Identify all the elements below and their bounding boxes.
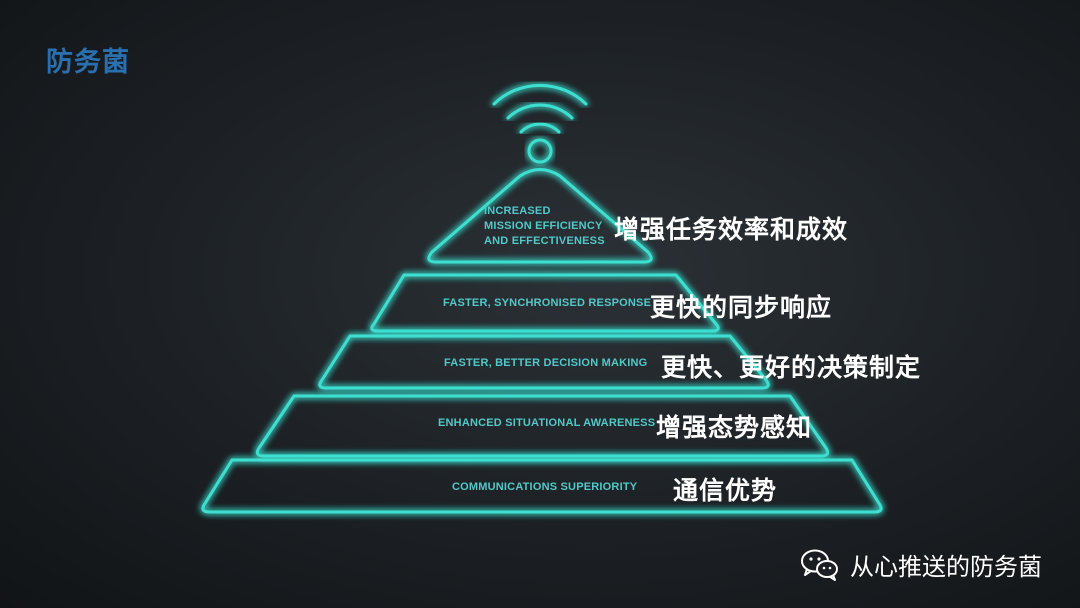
- slide: 防务菌 INCREASED MISSION EFFICIENCY AND EFF…: [0, 0, 1080, 608]
- tier-5-en-label: COMMUNICATIONS SUPERIORITY: [452, 481, 638, 493]
- wifi-signal-icon: [492, 83, 588, 164]
- tier-3-zh-label: 更快、更好的决策制定: [661, 353, 922, 382]
- wechat-icon: [801, 549, 838, 581]
- tier-2-zh-label: 更快的同步响应: [650, 293, 833, 322]
- tier-5-zh-label: 通信优势: [673, 476, 778, 505]
- tier-4-en-label: ENHANCED SITUATIONAL AWARENESS: [438, 417, 656, 429]
- tier-3-en-label: FASTER, BETTER DECISION MAKING: [444, 357, 648, 369]
- watermark: 从心推送的防务菌: [800, 547, 1042, 582]
- tier-4-zh-label: 增强态势感知: [656, 413, 813, 442]
- watermark-text: 从心推送的防务菌: [850, 553, 1042, 581]
- tier-1-en-label: INCREASED MISSION EFFICIENCY AND EFFECTI…: [484, 205, 605, 247]
- tier-2-en-label: FASTER, SYNCHRONISED RESPONSE: [443, 297, 652, 309]
- tier-1-zh-label: 增强任务效率和成效: [614, 215, 849, 244]
